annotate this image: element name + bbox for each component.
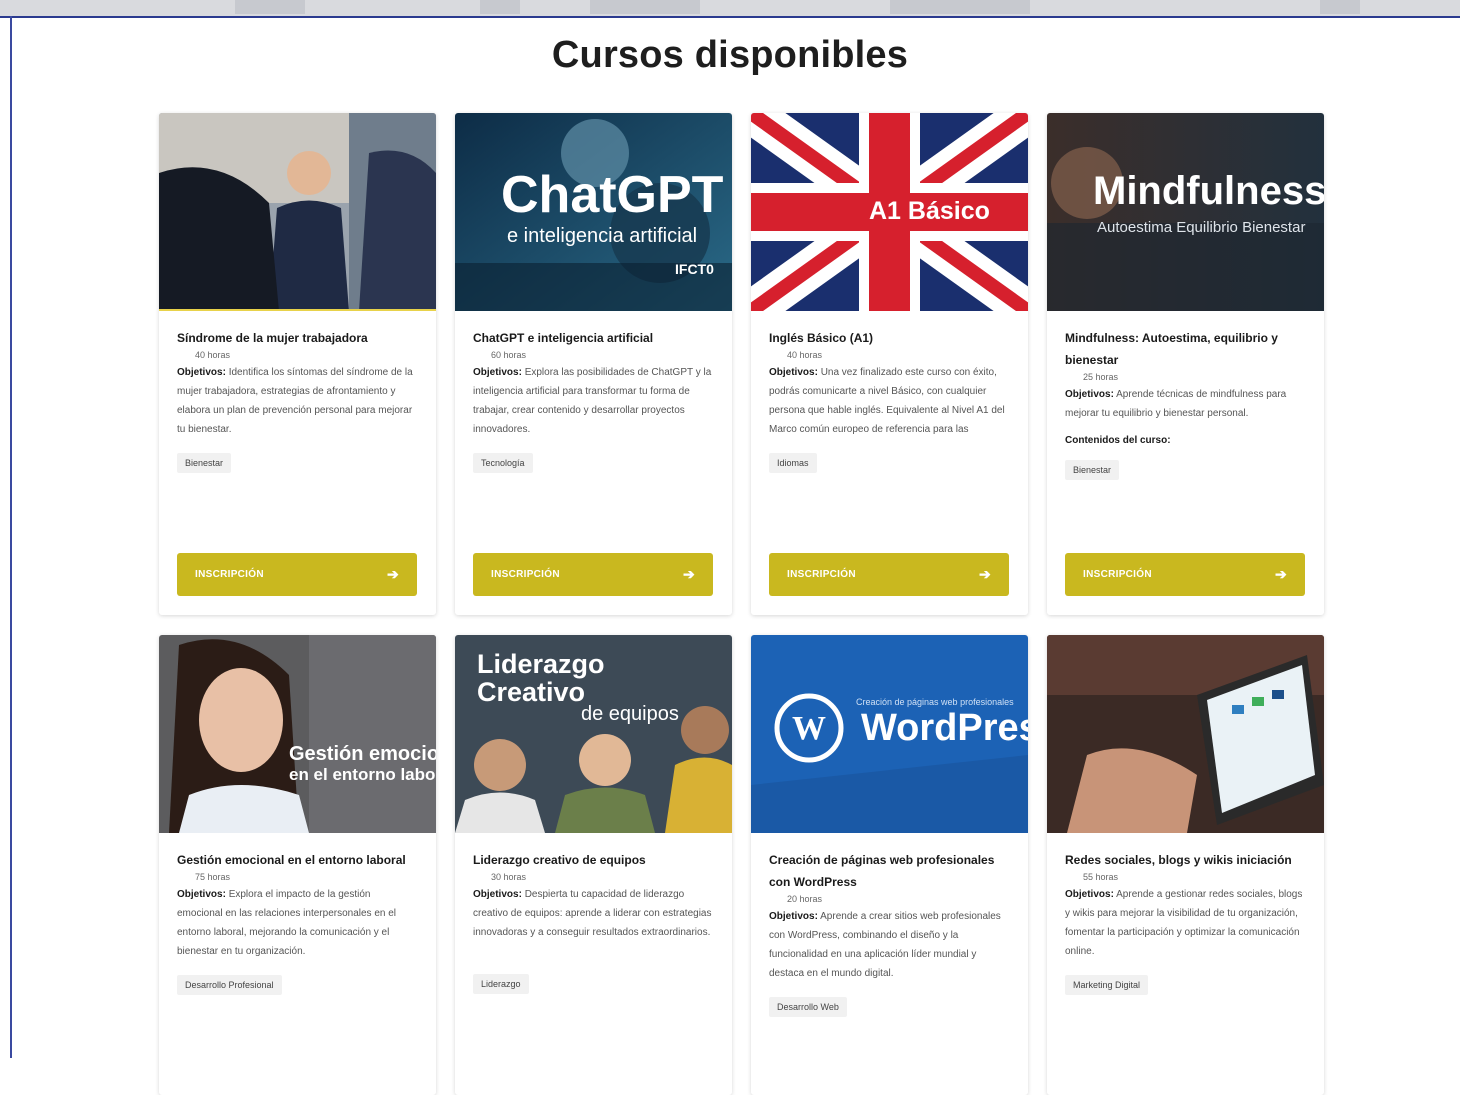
- course-title[interactable]: Inglés Básico (A1): [769, 327, 1010, 349]
- course-image[interactable]: [1047, 635, 1324, 833]
- image-heading: WordPress: [861, 707, 1028, 749]
- smiling-woman-photo: [159, 635, 436, 833]
- category-tag[interactable]: Desarrollo Profesional: [177, 975, 282, 995]
- objectives-label: Objetivos:: [769, 367, 818, 378]
- course-hours: 40 horas: [787, 350, 823, 360]
- image-heading: ChatGPT: [501, 166, 724, 224]
- course-title[interactable]: Gestión emocional en el entorno laboral: [177, 849, 418, 871]
- page-title: Cursos disponibles: [551, 34, 909, 76]
- course-hours: 40 horas: [195, 350, 231, 360]
- image-heading: Gestión emocional: [289, 743, 436, 765]
- toolbar-segment: [1320, 0, 1360, 14]
- course-image[interactable]: Mindfulness Autoestima Equilibrio Bienes…: [1047, 113, 1324, 311]
- course-hours: 75 horas: [195, 872, 231, 882]
- course-image[interactable]: ChatGPT e inteligencia artificial IFCT0: [455, 113, 732, 311]
- image-heading: Liderazgo: [477, 649, 605, 679]
- course-image[interactable]: Gestión emocional en el entorno laboral: [159, 635, 436, 833]
- course-hours: 55 horas: [1083, 872, 1119, 882]
- laptop-photo: [1047, 635, 1324, 833]
- course-image[interactable]: [159, 113, 436, 311]
- objectives-label: Objetivos:: [473, 889, 522, 900]
- enroll-button[interactable]: INSCRIPCIÓN ➔: [769, 553, 1009, 596]
- image-heading-line2: Creativo: [477, 677, 586, 707]
- course-image[interactable]: A1 Básico: [751, 113, 1028, 311]
- course-title[interactable]: ChatGPT e inteligencia artificial: [473, 327, 714, 349]
- enroll-button-label: INSCRIPCIÓN: [787, 569, 856, 580]
- course-objectives: Objetivos: Explora las posibilidades de …: [473, 363, 714, 439]
- enroll-button[interactable]: INSCRIPCIÓN ➔: [1065, 553, 1305, 596]
- course-title[interactable]: Creación de páginas web profesionales co…: [769, 849, 1010, 893]
- objectives-label: Objetivos:: [769, 911, 818, 922]
- image-subheading: de equipos: [581, 703, 679, 725]
- course-card: A1 Básico Inglés Básico (A1) 40 horas Ob…: [751, 113, 1028, 615]
- office-meeting-photo: [159, 113, 436, 311]
- course-card: Síndrome de la mujer trabajadora 40 hora…: [159, 113, 436, 615]
- category-tag[interactable]: Liderazgo: [473, 974, 529, 994]
- course-image[interactable]: W WordPress Creación de páginas web prof…: [751, 635, 1028, 833]
- image-subheading: Autoestima Equilibrio Bienestar: [1097, 219, 1306, 236]
- toolbar-segment: [890, 0, 1030, 14]
- course-title[interactable]: Liderazgo creativo de equipos: [473, 849, 714, 871]
- image-heading: A1 Básico: [869, 197, 990, 225]
- course-card: Redes sociales, blogs y wikis iniciación…: [1047, 635, 1324, 1095]
- course-objectives: Objetivos: Una vez finalizado este curso…: [769, 363, 1010, 439]
- course-contents-label: Contenidos del curso:: [1065, 435, 1171, 446]
- login-arrow-icon: ➔: [386, 566, 399, 582]
- course-objectives: Objetivos: Identifica los síntomas del s…: [177, 363, 418, 439]
- course-hours: 25 horas: [1083, 372, 1119, 382]
- course-hours: 30 horas: [491, 872, 527, 882]
- objectives-label: Objetivos:: [177, 889, 226, 900]
- login-arrow-icon: ➔: [682, 566, 695, 582]
- course-objectives: Objetivos: Explora el impacto de la gest…: [177, 885, 418, 961]
- objectives-label: Objetivos:: [177, 367, 226, 378]
- enroll-button[interactable]: INSCRIPCIÓN ➔: [177, 553, 417, 596]
- toolbar-segment: [235, 0, 305, 14]
- category-tag[interactable]: Desarrollo Web: [769, 997, 847, 1017]
- objectives-label: Objetivos:: [1065, 389, 1114, 400]
- course-hours: 60 horas: [491, 350, 527, 360]
- objectives-label: Objetivos:: [473, 367, 522, 378]
- course-card: W WordPress Creación de páginas web prof…: [751, 635, 1028, 1095]
- course-objectives: Objetivos: Aprende técnicas de mindfulne…: [1065, 385, 1306, 423]
- enroll-button-label: INSCRIPCIÓN: [491, 569, 560, 580]
- image-subheading: en el entorno laboral: [289, 765, 436, 784]
- image-heading: Mindfulness: [1093, 169, 1324, 213]
- course-title[interactable]: Redes sociales, blogs y wikis iniciación: [1065, 849, 1306, 871]
- course-card: Liderazgo Creativo de equipos Liderazgo …: [455, 635, 732, 1095]
- course-hours: 20 horas: [787, 894, 823, 904]
- objectives-label: Objetivos:: [1065, 889, 1114, 900]
- category-tag[interactable]: Idiomas: [769, 453, 817, 473]
- enroll-button-label: INSCRIPCIÓN: [195, 569, 264, 580]
- course-card: Gestión emocional en el entorno laboral …: [159, 635, 436, 1095]
- image-subheading: e inteligencia artificial: [507, 225, 698, 247]
- image-subheading: Creación de páginas web profesionales: [856, 697, 1014, 707]
- enroll-button-label: INSCRIPCIÓN: [1083, 569, 1152, 580]
- course-grid: Síndrome de la mujer trabajadora 40 hora…: [159, 113, 1327, 1095]
- course-title[interactable]: Mindfulness: Autoestima, equilibrio y bi…: [1065, 327, 1306, 371]
- course-card: Mindfulness Autoestima Equilibrio Bienes…: [1047, 113, 1324, 615]
- category-tag[interactable]: Marketing Digital: [1065, 975, 1149, 995]
- category-tag[interactable]: Bienestar: [1065, 460, 1120, 480]
- course-title[interactable]: Síndrome de la mujer trabajadora: [177, 327, 418, 349]
- browser-toolbar: [0, 0, 1460, 18]
- svg-text:W: W: [792, 710, 826, 747]
- course-objectives: Objetivos: Aprende a crear sitios web pr…: [769, 907, 1010, 983]
- course-card: ChatGPT e inteligencia artificial IFCT0 …: [455, 113, 732, 615]
- toolbar-segment: [590, 0, 700, 14]
- category-tag[interactable]: Bienestar: [177, 453, 232, 473]
- image-code: IFCT0: [675, 261, 714, 277]
- course-objectives: Objetivos: Aprende a gestionar redes soc…: [1065, 885, 1306, 961]
- login-arrow-icon: ➔: [1274, 566, 1287, 582]
- course-image[interactable]: Liderazgo Creativo de equipos: [455, 635, 732, 833]
- enroll-button[interactable]: INSCRIPCIÓN ➔: [473, 553, 713, 596]
- course-objectives: Objetivos: Despierta tu capacidad de lid…: [473, 885, 714, 942]
- toolbar-segment: [480, 0, 520, 14]
- category-tag[interactable]: Tecnología: [473, 453, 533, 473]
- window-frame: [10, 16, 12, 1058]
- login-arrow-icon: ➔: [978, 566, 991, 582]
